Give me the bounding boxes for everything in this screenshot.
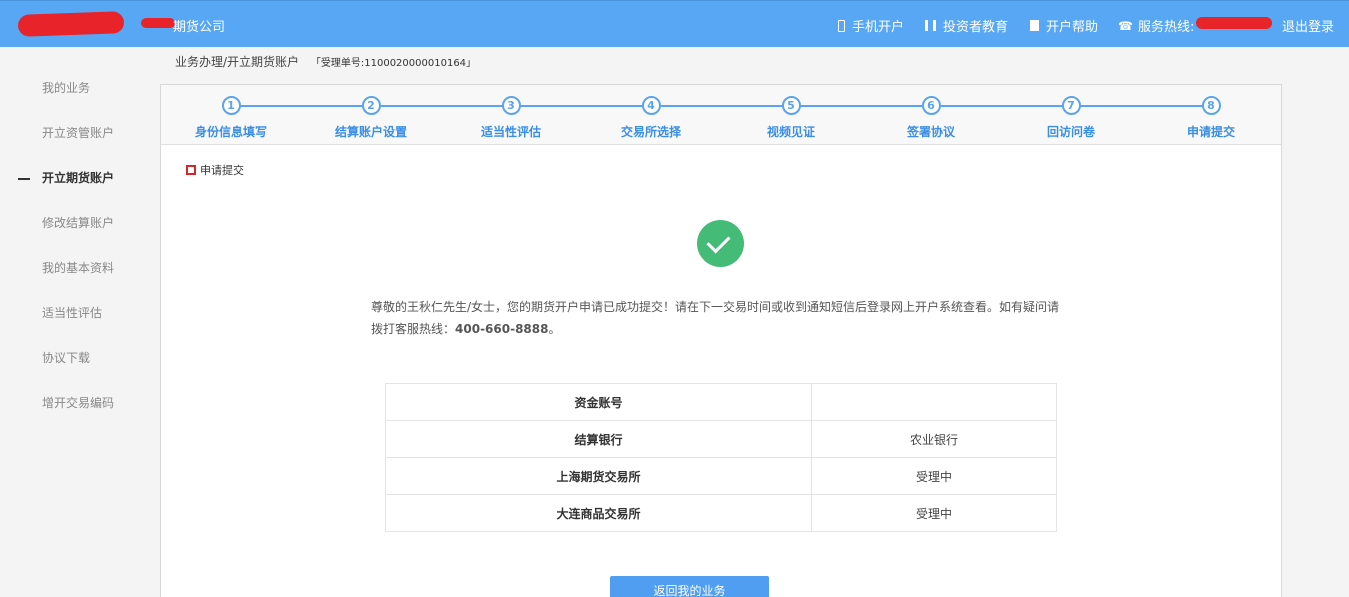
step-2: 2 结算账户设置 — [301, 96, 441, 140]
return-my-business-button[interactable]: 返回我的业务 — [610, 576, 769, 597]
step-3: 3 适当性评估 — [441, 96, 581, 140]
step-8: 8 申请提交 — [1141, 96, 1281, 140]
mobile-open-link[interactable]: 手机开户 — [838, 16, 904, 35]
sidebar: 我的业务 开立资管账户 开立期货账户 修改结算账户 我的基本资料 适当性评估 协… — [0, 66, 160, 426]
success-check-icon — [697, 220, 744, 267]
step-number-circle: 8 — [1201, 96, 1221, 115]
help-book-icon — [1030, 20, 1039, 31]
table-row: 大连商品交易所 受理中 — [385, 494, 1057, 532]
redacted-logo — [17, 11, 125, 37]
step-label: 视频见证 — [766, 125, 815, 139]
phone-icon — [838, 19, 845, 32]
sidebar-item-basic-info[interactable]: 我的基本资料 — [0, 246, 160, 291]
table-row: 结算银行 农业银行 — [385, 420, 1057, 458]
table-key: 结算银行 — [385, 420, 812, 458]
sidebar-item-open-futures-account[interactable]: 开立期货账户 — [0, 156, 160, 201]
books-icon — [925, 20, 936, 31]
sidebar-item-agreement-download[interactable]: 协议下载 — [0, 336, 160, 381]
redacted-company-prefix — [141, 18, 175, 28]
table-key: 上海期货交易所 — [385, 457, 812, 495]
step-label: 回访问卷 — [1046, 125, 1095, 139]
logout-link[interactable]: 退出登录 — [1282, 16, 1334, 35]
sidebar-item-suitability[interactable]: 适当性评估 — [0, 291, 160, 336]
company-name: 期货公司 — [173, 20, 226, 35]
step-number-circle: 2 — [361, 96, 381, 115]
step-label: 签署协议 — [906, 125, 955, 139]
section-title: 申请提交 — [186, 162, 244, 178]
redacted-hotline-number — [1196, 17, 1272, 29]
sidebar-item-my-business[interactable]: 我的业务 — [0, 66, 160, 111]
table-row: 上海期货交易所 受理中 — [385, 457, 1057, 495]
sidebar-item-modify-settlement-account[interactable]: 修改结算账户 — [0, 201, 160, 246]
table-row: 资金账号 — [385, 383, 1057, 421]
hotline-number: 400-660-8888 — [455, 322, 549, 336]
ticket-number: 「受理单号:1100020000010164」 — [310, 58, 477, 69]
step-label: 身份信息填写 — [194, 125, 267, 139]
table-value — [811, 383, 1057, 421]
step-5: 5 视频见证 — [721, 96, 861, 140]
table-value: 受理中 — [811, 457, 1057, 495]
breadcrumb-path: 业务办理/开立期货账户 — [175, 55, 300, 69]
step-7: 7 回访问卷 — [1001, 96, 1141, 140]
step-number-circle: 3 — [501, 96, 521, 115]
investor-education-link[interactable]: 投资者教育 — [925, 16, 1008, 35]
step-number-circle: 5 — [781, 96, 801, 115]
table-key: 大连商品交易所 — [385, 494, 812, 532]
top-header: 期货公司 手机开户 投资者教育 开户帮助 ☎ 服务热线: 退出登录 — [0, 0, 1349, 47]
table-value: 农业银行 — [811, 420, 1057, 458]
account-info-table: 资金账号 结算银行 农业银行 上海期货交易所 受理中 大连商品交易所 受理中 — [385, 383, 1057, 532]
open-account-help-link[interactable]: 开户帮助 — [1030, 16, 1098, 35]
step-number-circle: 4 — [641, 96, 661, 115]
breadcrumb: 业务办理/开立期货账户 「受理单号:1100020000010164」 — [175, 53, 476, 70]
step-label: 结算账户设置 — [334, 125, 407, 139]
sidebar-item-add-trading-code[interactable]: 增开交易编码 — [0, 381, 160, 426]
main-panel: 1 身份信息填写 2 结算账户设置 3 适当性评估 4 交易所选择 5 视频见证… — [160, 84, 1282, 597]
step-number-circle: 1 — [221, 96, 241, 115]
table-key: 资金账号 — [385, 383, 812, 421]
step-label: 交易所选择 — [620, 125, 681, 139]
step-6: 6 签署协议 — [861, 96, 1001, 140]
sidebar-item-open-asset-account[interactable]: 开立资管账户 — [0, 111, 160, 156]
telephone-icon: ☎ — [1118, 18, 1133, 33]
success-message: 尊敬的王秋仁先生/女士，您的期货开户申请已成功提交！请在下一交易时间或收到通知短… — [371, 300, 1060, 336]
red-square-icon — [186, 165, 196, 175]
step-4: 4 交易所选择 — [581, 96, 721, 140]
step-label: 适当性评估 — [480, 125, 541, 139]
step-number-circle: 6 — [921, 96, 941, 115]
progress-steps: 1 身份信息填写 2 结算账户设置 3 适当性评估 4 交易所选择 5 视频见证… — [161, 85, 1281, 145]
step-number-circle: 7 — [1061, 96, 1081, 115]
table-value: 受理中 — [811, 494, 1057, 532]
step-1: 1 身份信息填写 — [161, 96, 301, 140]
service-hotline: ☎ 服务热线: — [1118, 18, 1195, 36]
step-label: 申请提交 — [1186, 125, 1235, 139]
